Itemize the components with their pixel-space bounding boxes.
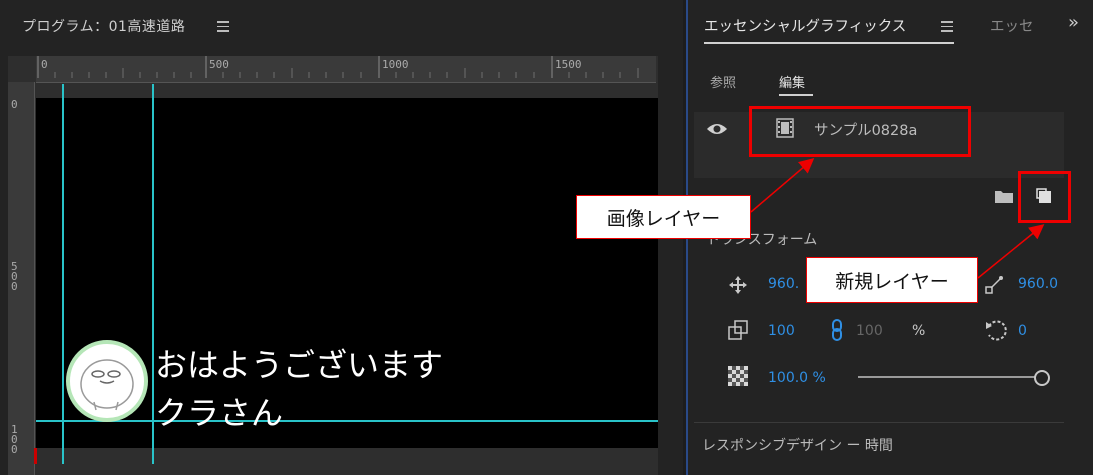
anchor-x-value[interactable]: 960.0: [1018, 276, 1058, 292]
opacity-checker-icon: [728, 366, 748, 390]
rotation-value[interactable]: 0: [1018, 323, 1027, 339]
arrow-new-layer: [977, 224, 1045, 279]
section-divider: [694, 422, 1064, 423]
opacity-value[interactable]: 100.0 %: [768, 370, 826, 386]
anchor-icon: [984, 275, 1004, 299]
opacity-slider-track[interactable]: [858, 376, 1036, 378]
callout-arrows: [750, 158, 1045, 279]
arrow-image-layer: [750, 158, 815, 213]
position-x-value[interactable]: 960.: [768, 276, 799, 292]
link-icon[interactable]: [830, 318, 844, 346]
scale-icon: [728, 320, 748, 344]
opacity-slider-knob[interactable]: [1034, 370, 1050, 386]
scale-percent: %: [912, 323, 926, 339]
scale-width-value[interactable]: 100: [856, 323, 883, 339]
responsive-design-time-label[interactable]: レスポンシブデザイン ー 時間: [702, 435, 893, 455]
rotate-icon: [984, 318, 1008, 346]
scale-value[interactable]: 100: [768, 323, 795, 339]
callout-new-layer: 新規レイヤー: [806, 257, 978, 303]
move-icon: [728, 275, 748, 299]
callout-image-layer: 画像レイヤー: [576, 195, 751, 239]
